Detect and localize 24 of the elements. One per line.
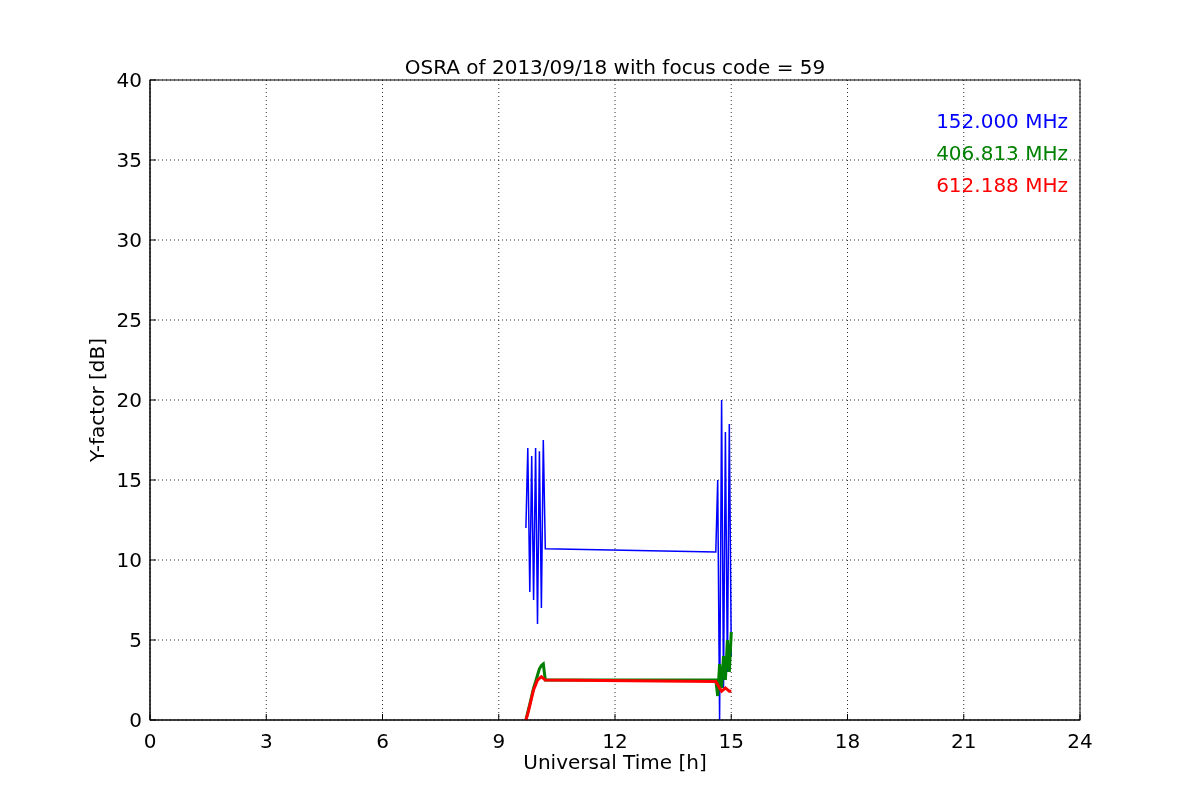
y-tick-label: 40 (116, 68, 142, 92)
y-tick-label: 30 (116, 228, 142, 252)
legend-label: 152.000 MHz (936, 109, 1068, 133)
y-tick-label: 10 (116, 548, 142, 572)
x-tick-label: 15 (718, 729, 744, 753)
y-tick-label: 20 (116, 388, 142, 412)
x-tick-label: 0 (143, 729, 157, 753)
x-tick-label: 24 (1067, 729, 1093, 753)
y-tick-label: 5 (129, 628, 142, 652)
y-tick-label: 25 (116, 308, 142, 332)
x-tick-label: 12 (602, 729, 628, 753)
legend-label: 612.188 MHz (936, 173, 1068, 197)
x-tick-label: 6 (376, 729, 389, 753)
y-tick-label: 35 (116, 148, 142, 172)
x-tick-label: 18 (834, 729, 861, 753)
legend-label: 406.813 MHz (936, 141, 1068, 165)
y-tick-label: 15 (116, 468, 142, 492)
y-tick-label: 0 (129, 708, 142, 732)
x-tick-label: 3 (259, 729, 273, 753)
x-tick-label: 9 (492, 729, 506, 753)
x-tick-label: 21 (951, 729, 977, 753)
y-axis-label: Y-factor [dB] (85, 338, 109, 462)
chart-title: OSRA of 2013/09/18 with focus code = 59 (404, 55, 826, 79)
x-axis-label: Universal Time [h] (523, 750, 707, 774)
